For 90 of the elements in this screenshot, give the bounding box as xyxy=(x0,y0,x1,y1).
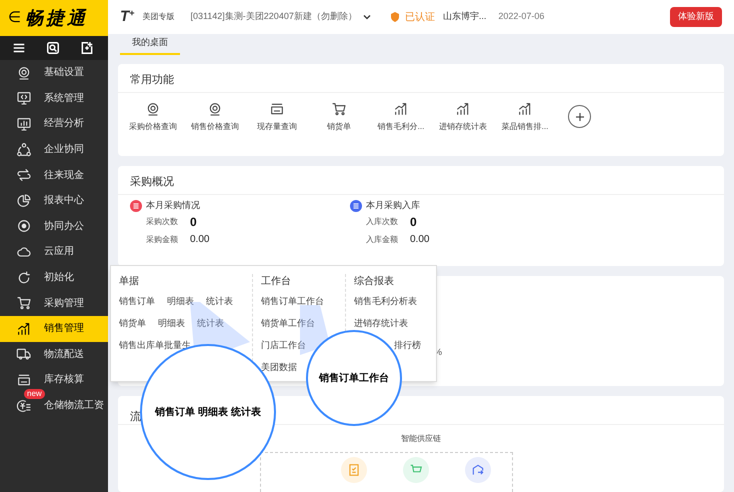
search-icon[interactable] xyxy=(46,41,60,55)
menu-link[interactable]: 销货单工作台 xyxy=(261,316,315,330)
refresh-icon xyxy=(16,270,32,286)
try-new-version-button[interactable]: 体验新版 xyxy=(670,7,722,27)
menu-link[interactable]: 美团数据 xyxy=(261,360,297,374)
product-logo: T$^{+}$ xyxy=(120,6,134,27)
new-badge: new xyxy=(24,388,45,399)
shortcut-item[interactable]: 销售毛利分... xyxy=(370,101,432,133)
bar-chart-icon xyxy=(517,101,533,117)
magnified-text: 销售订单 明细表 统计表 xyxy=(155,406,261,420)
document-icon xyxy=(341,457,367,483)
menu-link[interactable]: 统计表 xyxy=(197,316,224,330)
sidebar-item[interactable]: 基础设置 xyxy=(0,60,108,86)
stat-label: 入库次数 xyxy=(366,216,398,228)
menu-link[interactable]: 明细表 xyxy=(158,316,185,330)
camera-icon xyxy=(207,101,223,117)
menu-link[interactable]: 销售订单 xyxy=(119,294,155,308)
menu-link[interactable]: 进销存统计表 xyxy=(354,316,408,330)
stat-value: 0.00 xyxy=(190,233,210,247)
shortcut-item[interactable]: 销货单 xyxy=(308,101,370,133)
shortcut-item[interactable]: 进销存统计表 xyxy=(432,101,494,133)
stat-label: 采购金额 xyxy=(146,234,178,246)
sidebar-item[interactable]: 经营分析 xyxy=(0,111,108,137)
shortcut-item[interactable]: 菜品销售排... xyxy=(494,101,556,133)
plus-icon xyxy=(574,110,586,122)
group-title: 本月采购情况 xyxy=(146,199,200,212)
shortcut-item[interactable]: 现存量查询 xyxy=(246,101,308,133)
camera-icon xyxy=(145,101,161,117)
coin-list-icon xyxy=(16,398,32,414)
monitor-code-icon xyxy=(16,90,32,106)
tab[interactable]: 我的桌面 xyxy=(120,36,180,55)
magnified-text: 销售订单工作台 xyxy=(319,372,389,386)
stat-value: 0 xyxy=(190,214,197,230)
stat-label: 采购次数 xyxy=(146,216,178,228)
bar-chart-icon xyxy=(455,101,471,117)
sidebar-item[interactable]: 采购管理 xyxy=(0,290,108,316)
printer-icon xyxy=(269,101,285,117)
card-title: 流 xyxy=(130,411,141,423)
truck-icon xyxy=(16,346,32,362)
sidebar-item[interactable]: 协同办公 xyxy=(0,214,108,240)
menu-link[interactable]: 销货单 xyxy=(119,316,146,330)
sidebar-item[interactable]: 物流配送 xyxy=(0,342,108,368)
camera-icon xyxy=(16,64,32,81)
sidebar-item[interactable]: 企业协同 xyxy=(0,136,108,162)
card-title: 常用功能 xyxy=(129,73,175,88)
menu-icon[interactable] xyxy=(12,41,26,55)
menu-link[interactable]: 排行榜 xyxy=(394,338,421,352)
back-arrow[interactable]: ∈ xyxy=(8,6,21,30)
bar-chart-icon xyxy=(16,320,32,337)
product-edition: 美团专版 xyxy=(142,11,174,23)
stat-value: 0 xyxy=(410,214,417,230)
sidebar-item[interactable]: 销售管理 xyxy=(0,316,108,342)
cart-icon xyxy=(331,101,347,117)
menu-link[interactable]: 门店工作台 xyxy=(261,338,306,352)
swap-icon xyxy=(16,167,32,184)
group-title: 本月采购入库 xyxy=(366,199,420,212)
stat-label: 入库金额 xyxy=(366,234,398,246)
pie-chart-icon xyxy=(16,192,32,209)
menu-section-title: 单据 xyxy=(119,274,140,287)
cart-icon xyxy=(16,295,32,312)
monitor-chart-icon xyxy=(16,116,32,132)
sidebar-item[interactable]: 报表中心 xyxy=(0,188,108,214)
brand-name: 畅捷通 xyxy=(25,6,88,30)
sidebar-item[interactable]: 云应用 xyxy=(0,239,108,265)
add-page-icon[interactable] xyxy=(80,41,94,55)
nodes-icon xyxy=(16,142,32,158)
menu-link[interactable]: 销售毛利分析表 xyxy=(354,294,417,308)
shortcut-item[interactable]: 采购价格查询 xyxy=(122,101,184,133)
company-name: 山东博宇... xyxy=(442,10,486,24)
stat-value: 0.00 xyxy=(410,233,430,247)
date-label: 2022-07-06 xyxy=(498,10,544,24)
card-title: 采购概况 xyxy=(129,175,175,190)
sidebar-item[interactable]: 往来现金 xyxy=(0,162,108,188)
sidebar-item[interactable]: 初始化 xyxy=(0,264,108,290)
bar-chart-icon xyxy=(393,101,409,117)
menu-section-title: 工作台 xyxy=(261,274,292,287)
cart-icon xyxy=(403,457,429,483)
shortcut-item[interactable]: 销售价格查询 xyxy=(184,101,246,133)
account-selector[interactable]: [031142]集测-美团220407新建（勿删除） xyxy=(190,10,373,24)
verified-label: 已认证 xyxy=(404,10,435,24)
menu-link[interactable]: 销售订单工作台 xyxy=(261,294,324,308)
section-title: 智能供应链 xyxy=(401,433,441,445)
warehouse-out-icon xyxy=(465,457,491,483)
sidebar-item[interactable]: 系统管理 xyxy=(0,86,108,112)
menu-link[interactable]: 明细表 xyxy=(167,294,194,308)
shield-icon xyxy=(388,11,401,23)
add-shortcut-button[interactable] xyxy=(568,105,591,128)
target-icon xyxy=(16,218,32,234)
menu-section-title: 综合报表 xyxy=(354,274,395,287)
menu-link[interactable]: 统计表 xyxy=(206,294,233,308)
